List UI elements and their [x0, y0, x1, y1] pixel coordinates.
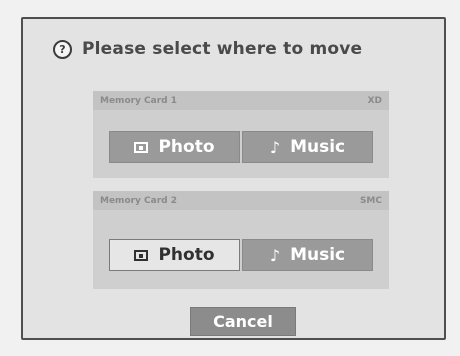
memory-card-1-photo-button[interactable]: Photo — [109, 131, 240, 163]
memory-card-2-type: SMC — [359, 195, 382, 206]
memory-card-1-type: XD — [367, 95, 382, 106]
memory-card-2-section: Memory Card 2 SMC Photo ♪ Music — [93, 191, 389, 289]
memory-card-2-label: Memory Card 2 — [100, 195, 178, 206]
memory-card-1-section: Memory Card 1 XD Photo ♪ Music — [93, 91, 389, 178]
memory-card-1-label: Memory Card 1 — [100, 95, 178, 106]
memory-card-1-music-button[interactable]: ♪ Music — [242, 131, 373, 163]
dialog-title: Please select where to move — [82, 39, 363, 59]
memory-card-1-header: Memory Card 1 XD — [93, 91, 389, 110]
photo-icon — [134, 141, 149, 153]
memory-card-2-header: Memory Card 2 SMC — [93, 191, 389, 210]
music-note-icon: ♪ — [269, 137, 281, 157]
photo-button-label: Photo — [158, 245, 215, 265]
memory-card-2-photo-button[interactable]: Photo — [109, 239, 240, 271]
music-button-label: Music — [290, 137, 346, 157]
photo-icon — [134, 249, 149, 261]
dialog-header: ? Please select where to move — [53, 39, 362, 59]
cancel-button[interactable]: Cancel — [190, 307, 296, 336]
memory-card-2-music-button[interactable]: ♪ Music — [242, 239, 373, 271]
memory-card-2-buttons: Photo ♪ Music — [109, 239, 373, 271]
music-button-label: Music — [290, 245, 346, 265]
photo-button-label: Photo — [158, 137, 215, 157]
music-note-icon: ♪ — [269, 245, 281, 265]
memory-card-1-buttons: Photo ♪ Music — [109, 131, 373, 163]
move-dialog: ? Please select where to move Memory Car… — [21, 17, 446, 340]
help-icon: ? — [53, 39, 72, 59]
